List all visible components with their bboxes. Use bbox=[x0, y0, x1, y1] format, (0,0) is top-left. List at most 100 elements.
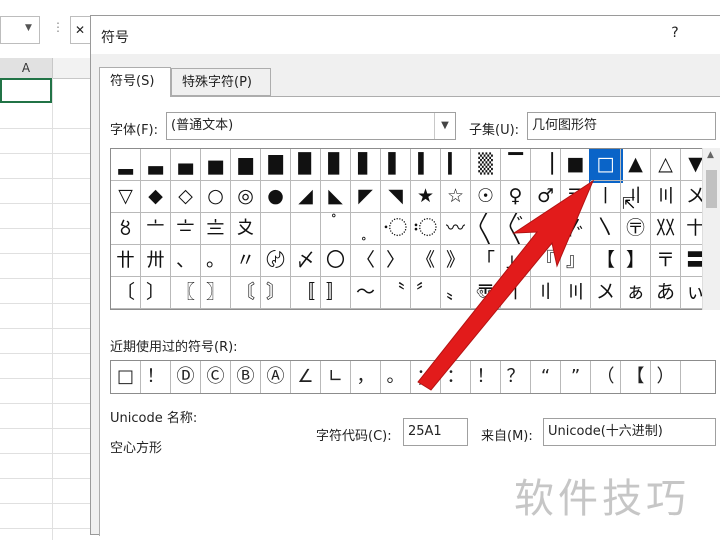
symbol-cell[interactable]: 〭 bbox=[351, 213, 381, 245]
scrollbar-thumb[interactable] bbox=[706, 170, 717, 208]
symbol-cell[interactable]: 【 bbox=[591, 245, 621, 277]
symbol-cell[interactable]: 〟 bbox=[441, 277, 471, 309]
recent-symbol-cell[interactable]: Ⓑ bbox=[231, 361, 261, 393]
symbol-cell[interactable]: ▲ bbox=[621, 149, 651, 181]
column-header-a[interactable]: A bbox=[0, 58, 53, 78]
symbol-cell[interactable]: ♀ bbox=[501, 181, 531, 213]
symbol-cell[interactable]: ▇ bbox=[261, 149, 291, 181]
symbol-cell[interactable]: 〝 bbox=[381, 277, 411, 309]
recent-symbol-cell[interactable]: 。 bbox=[381, 361, 411, 393]
symbol-cell[interactable]: ぁ bbox=[621, 277, 651, 309]
scroll-up-icon[interactable]: ▲ bbox=[707, 150, 714, 160]
symbol-cell[interactable]: 〚 bbox=[291, 277, 321, 309]
symbol-cell[interactable]: ○ bbox=[201, 181, 231, 213]
font-dropdown[interactable]: (普通文本) ▼ bbox=[166, 112, 456, 140]
recent-symbol-cell[interactable]: Ⓐ bbox=[261, 361, 291, 393]
symbol-cell[interactable]: ■ bbox=[561, 149, 591, 181]
recent-symbol-cell[interactable]: ！ bbox=[471, 361, 501, 393]
symbol-cell[interactable]: ▽ bbox=[111, 181, 141, 213]
symbol-cell[interactable]: ◢ bbox=[291, 181, 321, 213]
symbol-cell[interactable]: ▎ bbox=[441, 149, 471, 181]
symbol-cell[interactable]: ☆ bbox=[441, 181, 471, 213]
help-button[interactable]: ? bbox=[665, 25, 685, 41]
symbol-cell[interactable]: 》 bbox=[441, 245, 471, 277]
symbol-cell[interactable]: 〜 bbox=[351, 277, 381, 309]
from-dropdown[interactable]: Unicode(十六进制) bbox=[543, 418, 716, 446]
symbol-cell[interactable]: 〒 bbox=[651, 245, 681, 277]
recent-symbol-cell[interactable]: ： bbox=[441, 361, 471, 393]
symbol-cell[interactable]: 〬 bbox=[321, 213, 351, 245]
symbol-cell[interactable]: ▂ bbox=[111, 149, 141, 181]
symbol-cell[interactable]: 。 bbox=[201, 245, 231, 277]
symbol-cell[interactable]: 〙 bbox=[261, 277, 291, 309]
symbol-grid[interactable]: ▂ ▃ ▄ ▅ ▆ ▇ ▉ ▊ ▋ ▌ ▍ ▎ ▒ ▔ ▕ ■ □ ▲ △ ▼ ▽ ◆ ◇ ○ ◎ ● ◢ ◣ ◤ ◥ ★ ☆ ☉ ♀ ♂ 〒〡〢〣〤… bbox=[110, 148, 720, 310]
symbol-cell[interactable]: ▕ bbox=[531, 149, 561, 181]
symbol-cell[interactable]: 、 bbox=[171, 245, 201, 277]
symbol-cell[interactable]: 「 bbox=[471, 245, 501, 277]
recent-symbol-cell[interactable]: □ bbox=[111, 361, 141, 393]
symbol-cell[interactable]: 〶 bbox=[621, 213, 651, 245]
recent-symbol-cell[interactable]: Ⓒ bbox=[201, 361, 231, 393]
symbol-cell[interactable]: ♂ bbox=[531, 181, 561, 213]
recent-symbol-cell[interactable]: 【 bbox=[621, 361, 651, 393]
recent-symbol-cell[interactable]: “ bbox=[531, 361, 561, 393]
symbol-cell[interactable]: 〩 bbox=[231, 213, 261, 245]
symbol-cell[interactable]: 〴 bbox=[561, 213, 591, 245]
symbol-cell[interactable]: 〪 bbox=[261, 213, 291, 245]
tab-special-characters[interactable]: 特殊字符(P) bbox=[171, 68, 271, 96]
symbol-cell[interactable]: ▉ bbox=[291, 149, 321, 181]
symbol-cell[interactable]: ☉ bbox=[471, 181, 501, 213]
symbol-cell[interactable]: 〉 bbox=[381, 245, 411, 277]
symbol-cell[interactable]: 〰 bbox=[441, 213, 471, 245]
symbol-cell[interactable]: 〨 bbox=[201, 213, 231, 245]
symbol-cell[interactable]: ▌ bbox=[381, 149, 411, 181]
recent-symbol-cell[interactable]: ∟ bbox=[321, 361, 351, 393]
symbol-cell[interactable]: 〢 bbox=[531, 277, 561, 309]
selected-cell[interactable] bbox=[0, 78, 52, 103]
symbol-cell[interactable]: ▊ bbox=[321, 149, 351, 181]
symbol-cell[interactable]: 』 bbox=[561, 245, 591, 277]
symbol-cell[interactable]: ▃ bbox=[141, 149, 171, 181]
symbol-cell[interactable]: 〡 bbox=[591, 181, 621, 213]
recent-symbol-cell[interactable]: ” bbox=[561, 361, 591, 393]
symbol-cell[interactable]: 〧 bbox=[171, 213, 201, 245]
symbol-cell[interactable]: 〯 bbox=[411, 213, 441, 245]
cancel-entry-button[interactable]: ✕ bbox=[70, 16, 92, 44]
symbol-cell[interactable]: 〃 bbox=[231, 245, 261, 277]
symbol-cell[interactable]: 〣 bbox=[561, 277, 591, 309]
recent-symbols-row[interactable]: □！ Ⓓ Ⓒ Ⓑ Ⓐ ∠ ∟，。；：！？ “” （【） bbox=[110, 360, 716, 394]
symbol-cell[interactable]: 〵 bbox=[591, 213, 621, 245]
symbol-cell[interactable]: 〗 bbox=[201, 277, 231, 309]
subset-dropdown[interactable]: 几何图形符 bbox=[527, 112, 716, 140]
symbol-cell[interactable]: 〷 bbox=[651, 213, 681, 245]
symbol-cell[interactable]: 〲 bbox=[501, 213, 531, 245]
symbol-cell[interactable]: 〒 bbox=[561, 181, 591, 213]
symbol-cell[interactable]: 〱 bbox=[471, 213, 501, 245]
recent-symbol-cell[interactable]: （ bbox=[591, 361, 621, 393]
symbol-cell[interactable]: ▅ bbox=[201, 149, 231, 181]
symbol-cell[interactable]: 」 bbox=[501, 245, 531, 277]
symbol-cell[interactable]: 〔 bbox=[111, 277, 141, 309]
recent-symbol-cell[interactable]: ！ bbox=[141, 361, 171, 393]
symbol-cell[interactable]: □ bbox=[589, 149, 623, 183]
symbol-cell[interactable]: ▍ bbox=[411, 149, 441, 181]
recent-symbol-cell[interactable]: ） bbox=[651, 361, 681, 393]
symbol-cell[interactable]: 〠 bbox=[471, 277, 501, 309]
symbol-cell[interactable]: 〫 bbox=[291, 213, 321, 245]
recent-symbol-cell[interactable]: Ⓓ bbox=[171, 361, 201, 393]
recent-symbol-cell[interactable]: ？ bbox=[501, 361, 531, 393]
symbol-cell[interactable]: 〇 bbox=[321, 245, 351, 277]
symbol-cell[interactable]: 〥 bbox=[111, 213, 141, 245]
symbol-cell[interactable]: △ bbox=[651, 149, 681, 181]
symbol-cell[interactable]: ◎ bbox=[231, 181, 261, 213]
symbol-cell[interactable]: ▒ bbox=[471, 149, 501, 181]
symbol-cell[interactable]: 〮 bbox=[381, 213, 411, 245]
symbol-cell[interactable]: ◇ bbox=[171, 181, 201, 213]
chevron-down-icon[interactable]: ▼ bbox=[25, 23, 32, 33]
symbol-cell[interactable]: 〦 bbox=[141, 213, 171, 245]
symbol-cell[interactable]: ▄ bbox=[171, 149, 201, 181]
symbol-cell[interactable]: 〡 bbox=[501, 277, 531, 309]
char-code-input[interactable]: 25A1 bbox=[403, 418, 468, 446]
symbol-cell[interactable]: ▔ bbox=[501, 149, 531, 181]
recent-symbol-cell[interactable]: ， bbox=[351, 361, 381, 393]
